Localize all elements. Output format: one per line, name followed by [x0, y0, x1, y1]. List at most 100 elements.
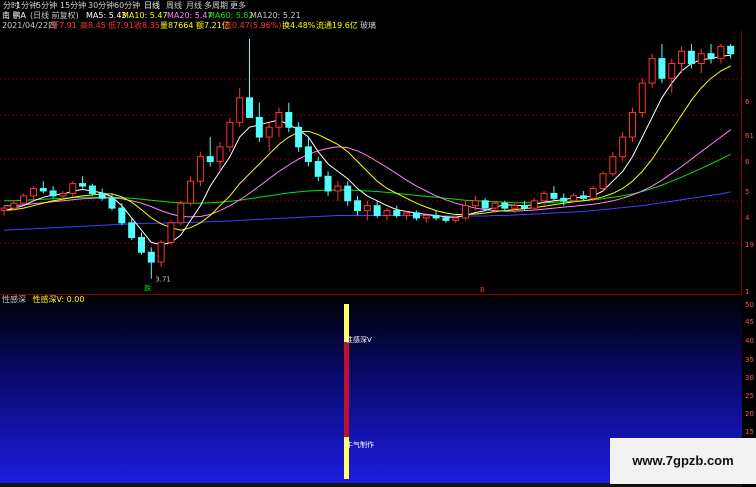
stock-name[interactable]: 南 鹏A	[2, 11, 26, 21]
price-grid	[0, 31, 742, 294]
candle	[304, 137, 312, 167]
candle-body	[707, 53, 715, 60]
candle-body	[491, 202, 499, 209]
period-tab[interactable]: 日线	[144, 0, 160, 11]
candle	[295, 122, 303, 152]
candle	[177, 200, 185, 226]
candle-body	[550, 192, 558, 199]
candle-body	[265, 126, 273, 138]
candle-body	[471, 200, 479, 207]
price-axis-label: 6	[745, 158, 750, 166]
candle-body	[432, 214, 440, 219]
price-axis-label: 6	[745, 98, 750, 106]
candle	[39, 181, 47, 194]
candle-body	[619, 136, 627, 158]
quote-change: 涨0.47(5.96%)	[224, 21, 282, 30]
candle	[717, 43, 725, 64]
period-tab[interactable]: 更多	[230, 0, 246, 11]
candle-body	[128, 222, 136, 239]
candle	[206, 137, 214, 167]
candle	[137, 232, 145, 255]
candle	[20, 193, 28, 206]
candle	[246, 39, 253, 118]
candle-body	[167, 222, 175, 243]
candle-body	[638, 82, 646, 114]
candle-body	[403, 212, 411, 216]
price-axis-label: 19	[745, 241, 754, 249]
period-tab[interactable]: 月线	[186, 0, 202, 11]
candle	[638, 78, 646, 118]
period-tab[interactable]: 15分钟	[60, 0, 86, 11]
candle-body	[648, 58, 656, 84]
candle-body	[29, 188, 37, 197]
quote-close: 收8.35	[134, 21, 160, 30]
candle-body	[157, 241, 165, 263]
candle-body	[687, 50, 695, 65]
candle	[609, 151, 617, 177]
period-tab[interactable]: 5分钟	[36, 0, 57, 11]
indicator-axis-label: 35	[745, 356, 754, 364]
indicator-name[interactable]: 性感深	[2, 295, 26, 304]
candle-body	[412, 212, 420, 219]
candle-body	[314, 161, 322, 177]
candle-body	[69, 183, 77, 194]
candle-body	[304, 146, 312, 163]
candle-body	[678, 50, 686, 65]
quote-sector[interactable]: 玻璃	[360, 21, 376, 31]
candle-body	[147, 251, 155, 263]
indicator-title[interactable]: 性感深 性感深V: 0.00	[2, 295, 84, 304]
candle	[432, 210, 440, 221]
candle	[334, 181, 342, 201]
candle	[79, 176, 87, 189]
indicator-axis-label: 40	[745, 337, 754, 345]
indicator-axis-label: 30	[745, 374, 754, 382]
indicator-axis-label: 15	[745, 428, 754, 436]
candle-body	[226, 121, 234, 148]
candle	[412, 210, 420, 221]
period-tab[interactable]: 多周期	[204, 0, 228, 11]
low-mark: 跌	[144, 284, 151, 293]
candle	[648, 53, 656, 89]
period-tab[interactable]: 60分钟	[114, 0, 140, 11]
candle	[285, 102, 293, 133]
candle-body	[697, 53, 705, 65]
candlestick-chart[interactable]: 3.71 跌 B	[0, 31, 742, 294]
period-tab[interactable]: 30分钟	[88, 0, 114, 11]
candle-body	[668, 63, 676, 79]
candle	[255, 102, 263, 142]
candle-body	[530, 200, 538, 209]
candle-body	[187, 180, 195, 204]
quote-float: 流通19.6亿	[316, 21, 358, 30]
candle-body	[255, 116, 263, 138]
indicator-axis-label: 20	[745, 410, 754, 418]
period-tab[interactable]: 周线	[166, 0, 182, 11]
quote-volume: 量87664	[160, 21, 194, 30]
watermark: www.7gpzb.com	[610, 438, 756, 484]
candle-body	[589, 188, 597, 199]
candle	[628, 107, 636, 142]
candle-body	[363, 205, 371, 212]
candle-body	[422, 214, 430, 219]
candle	[265, 122, 273, 152]
candle	[668, 58, 676, 93]
candle	[69, 181, 77, 196]
quote-open: 开7.91	[51, 21, 77, 30]
ma120-value: MA120: 5.21	[250, 11, 301, 20]
ma5-value: MA5: 5.43	[86, 11, 127, 20]
candle-body	[98, 192, 106, 199]
candle	[216, 141, 224, 172]
candle-body	[511, 205, 519, 209]
candle	[49, 186, 57, 199]
ma20-value: MA20: 5.47	[167, 11, 213, 20]
indicator-axis-label: 25	[745, 392, 754, 400]
candle	[324, 171, 332, 196]
candle	[363, 200, 371, 221]
mid-mark: B	[480, 286, 485, 294]
period-tab[interactable]: 1分钟	[16, 0, 37, 11]
candle	[550, 186, 558, 201]
adjust-mode[interactable]: (日线 前复权)	[30, 11, 79, 21]
indicator-axis-label: 50	[745, 301, 754, 309]
candle-body	[10, 202, 18, 209]
candle-body	[39, 188, 47, 192]
candle-body	[246, 97, 253, 118]
